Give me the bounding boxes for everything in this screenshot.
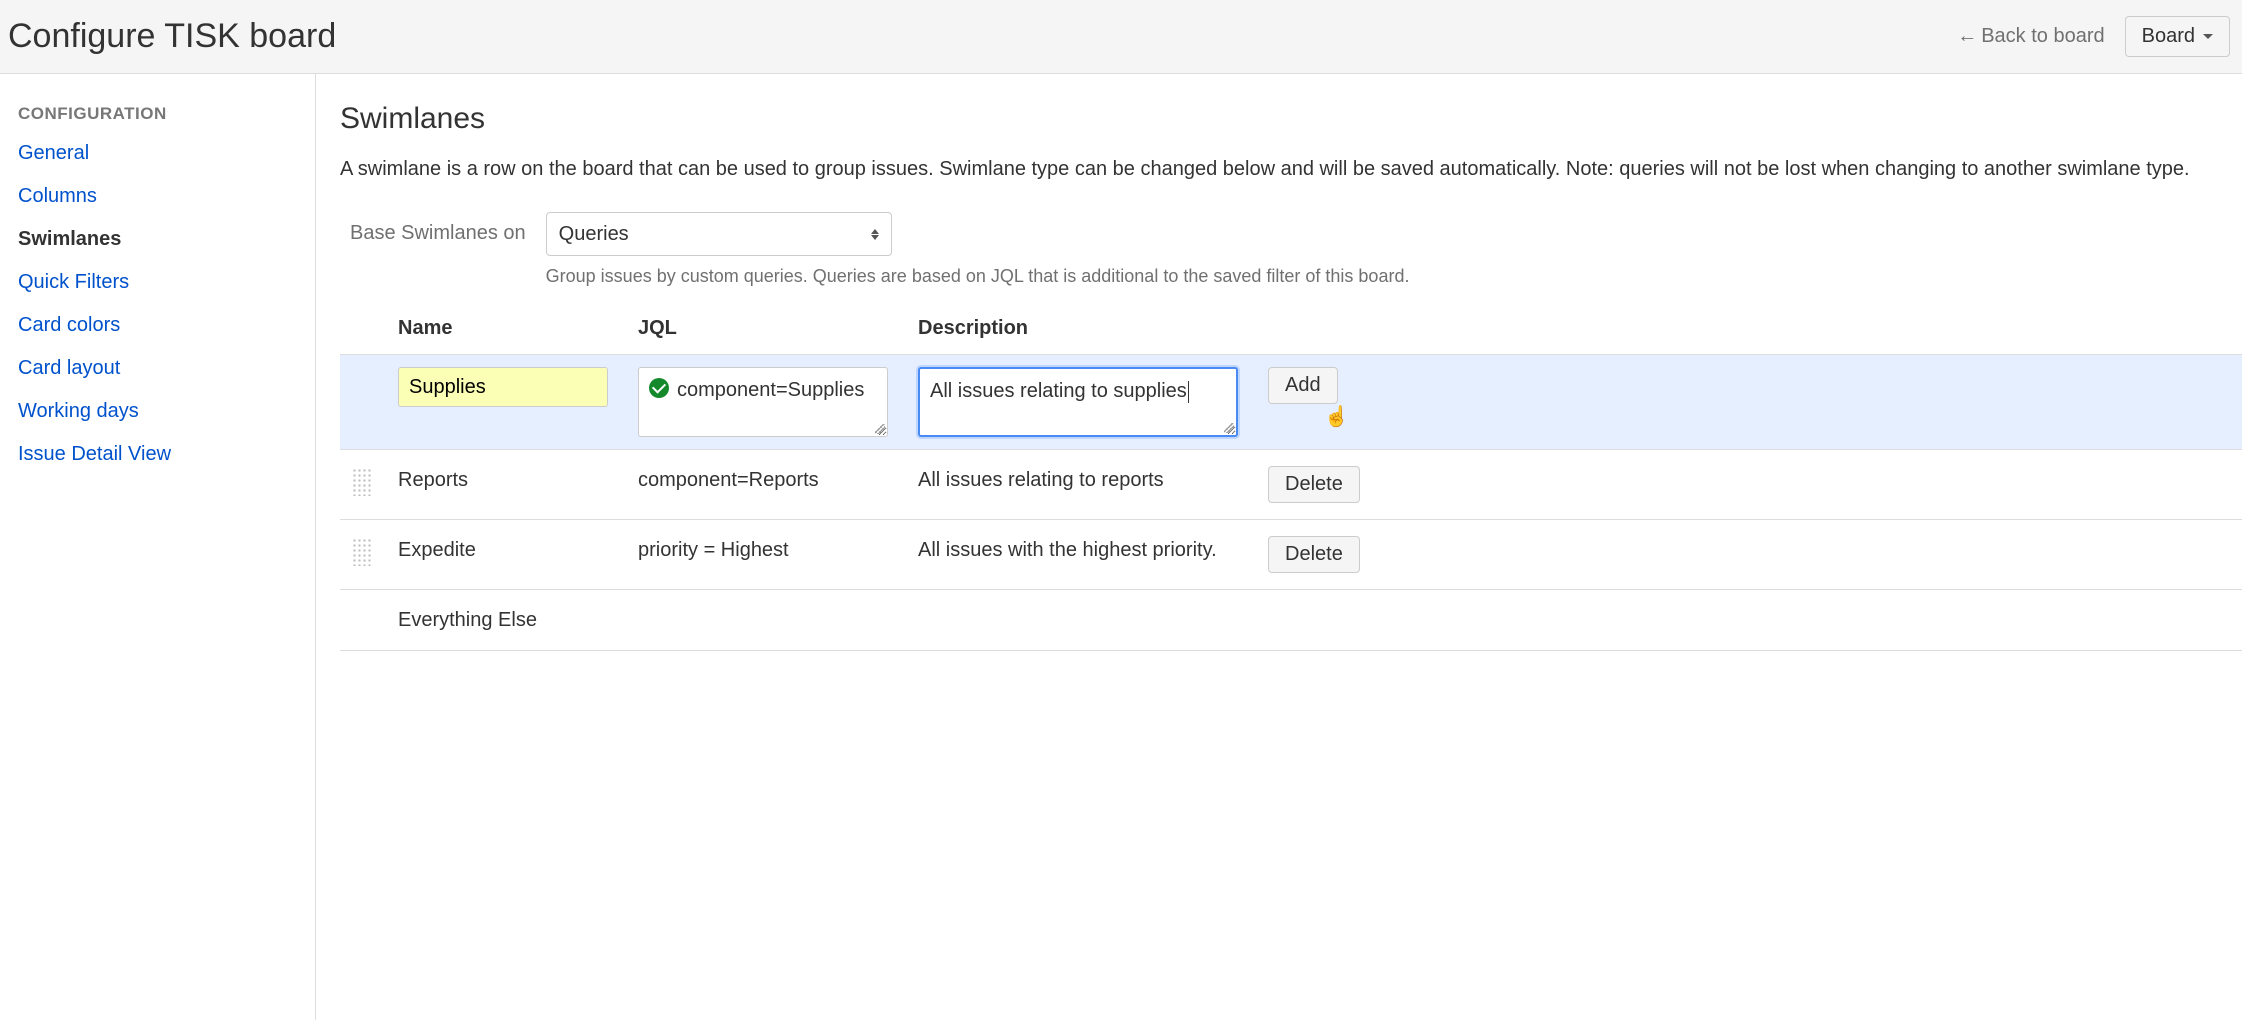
table-header: Name JQL Description <box>340 307 2242 354</box>
drag-handle-icon[interactable] <box>352 538 372 566</box>
add-swimlane-button[interactable]: Add <box>1268 367 1338 404</box>
row-name: Expedite <box>398 536 638 564</box>
delete-swimlane-button[interactable]: Delete <box>1268 536 1360 573</box>
row-description: All issues with the highest priority. <box>918 536 1268 564</box>
text-cursor-icon <box>1188 381 1189 403</box>
arrow-left-icon: ← <box>1957 25 1975 48</box>
main-content: Swimlanes A swimlane is a row on the boa… <box>316 74 2242 1020</box>
row-name: Reports <box>398 466 638 494</box>
sidebar: CONFIGURATION General Columns Swimlanes … <box>0 74 316 1020</box>
new-swimlane-jql-input[interactable]: component=Supplies <box>638 367 888 437</box>
sidebar-item-card-layout[interactable]: Card layout <box>18 357 297 380</box>
sidebar-item-columns[interactable]: Columns <box>18 185 297 208</box>
row-jql: priority = Highest <box>638 536 918 564</box>
new-swimlane-jql-value: component=Supplies <box>677 376 864 404</box>
col-description: Description <box>918 317 1268 340</box>
base-swimlanes-selected: Queries <box>559 223 629 246</box>
row-name: Everything Else <box>398 606 638 634</box>
col-jql: JQL <box>638 317 918 340</box>
chevron-down-icon <box>2203 34 2213 39</box>
row-jql: component=Reports <box>638 466 918 494</box>
resize-handle-icon[interactable] <box>875 424 885 434</box>
sidebar-heading: CONFIGURATION <box>18 104 297 124</box>
sidebar-item-working-days[interactable]: Working days <box>18 400 297 423</box>
sidebar-item-quick-filters[interactable]: Quick Filters <box>18 271 297 294</box>
table-row: Everything Else <box>340 589 2242 651</box>
board-dropdown-label: Board <box>2142 25 2195 48</box>
base-swimlanes-select[interactable]: Queries <box>546 212 892 256</box>
table-row: Reports component=Reports All issues rel… <box>340 449 2242 519</box>
swimlanes-table: Name JQL Description component=Supplies <box>340 307 2242 651</box>
base-swimlanes-help: Group issues by custom queries. Queries … <box>546 266 1410 287</box>
section-title: Swimlanes <box>340 102 2242 136</box>
drag-handle-icon[interactable] <box>352 468 372 496</box>
sidebar-item-issue-detail-view[interactable]: Issue Detail View <box>18 443 297 466</box>
sidebar-item-card-colors[interactable]: Card colors <box>18 314 297 337</box>
table-row-new: component=Supplies All issues relating t… <box>340 354 2242 449</box>
resize-handle-icon[interactable] <box>1224 423 1234 433</box>
base-swimlanes-label: Base Swimlanes on <box>350 212 526 245</box>
new-swimlane-description-value: All issues relating to supplies <box>930 380 1187 402</box>
delete-swimlane-button[interactable]: Delete <box>1268 466 1360 503</box>
back-to-board-label: Back to board <box>1981 25 2104 48</box>
row-description: All issues relating to reports <box>918 466 1268 494</box>
back-to-board-link[interactable]: ← Back to board <box>1957 25 2104 48</box>
section-intro: A swimlane is a row on the board that ca… <box>340 154 2242 184</box>
new-swimlane-name-input[interactable] <box>398 367 608 407</box>
new-swimlane-description-input[interactable]: All issues relating to supplies <box>918 367 1238 437</box>
table-row: Expedite priority = Highest All issues w… <box>340 519 2242 589</box>
sidebar-item-general[interactable]: General <box>18 142 297 165</box>
page-title: Configure TISK board <box>8 17 336 56</box>
pointer-cursor-icon: ☝ <box>1324 403 1349 431</box>
page-header: Configure TISK board ← Back to board Boa… <box>0 0 2242 74</box>
select-updown-icon <box>871 229 879 240</box>
sidebar-item-swimlanes[interactable]: Swimlanes <box>18 228 297 251</box>
col-name: Name <box>398 317 638 340</box>
check-circle-icon <box>649 378 669 398</box>
header-actions: ← Back to board Board <box>1957 16 2230 57</box>
board-dropdown[interactable]: Board <box>2125 16 2230 57</box>
